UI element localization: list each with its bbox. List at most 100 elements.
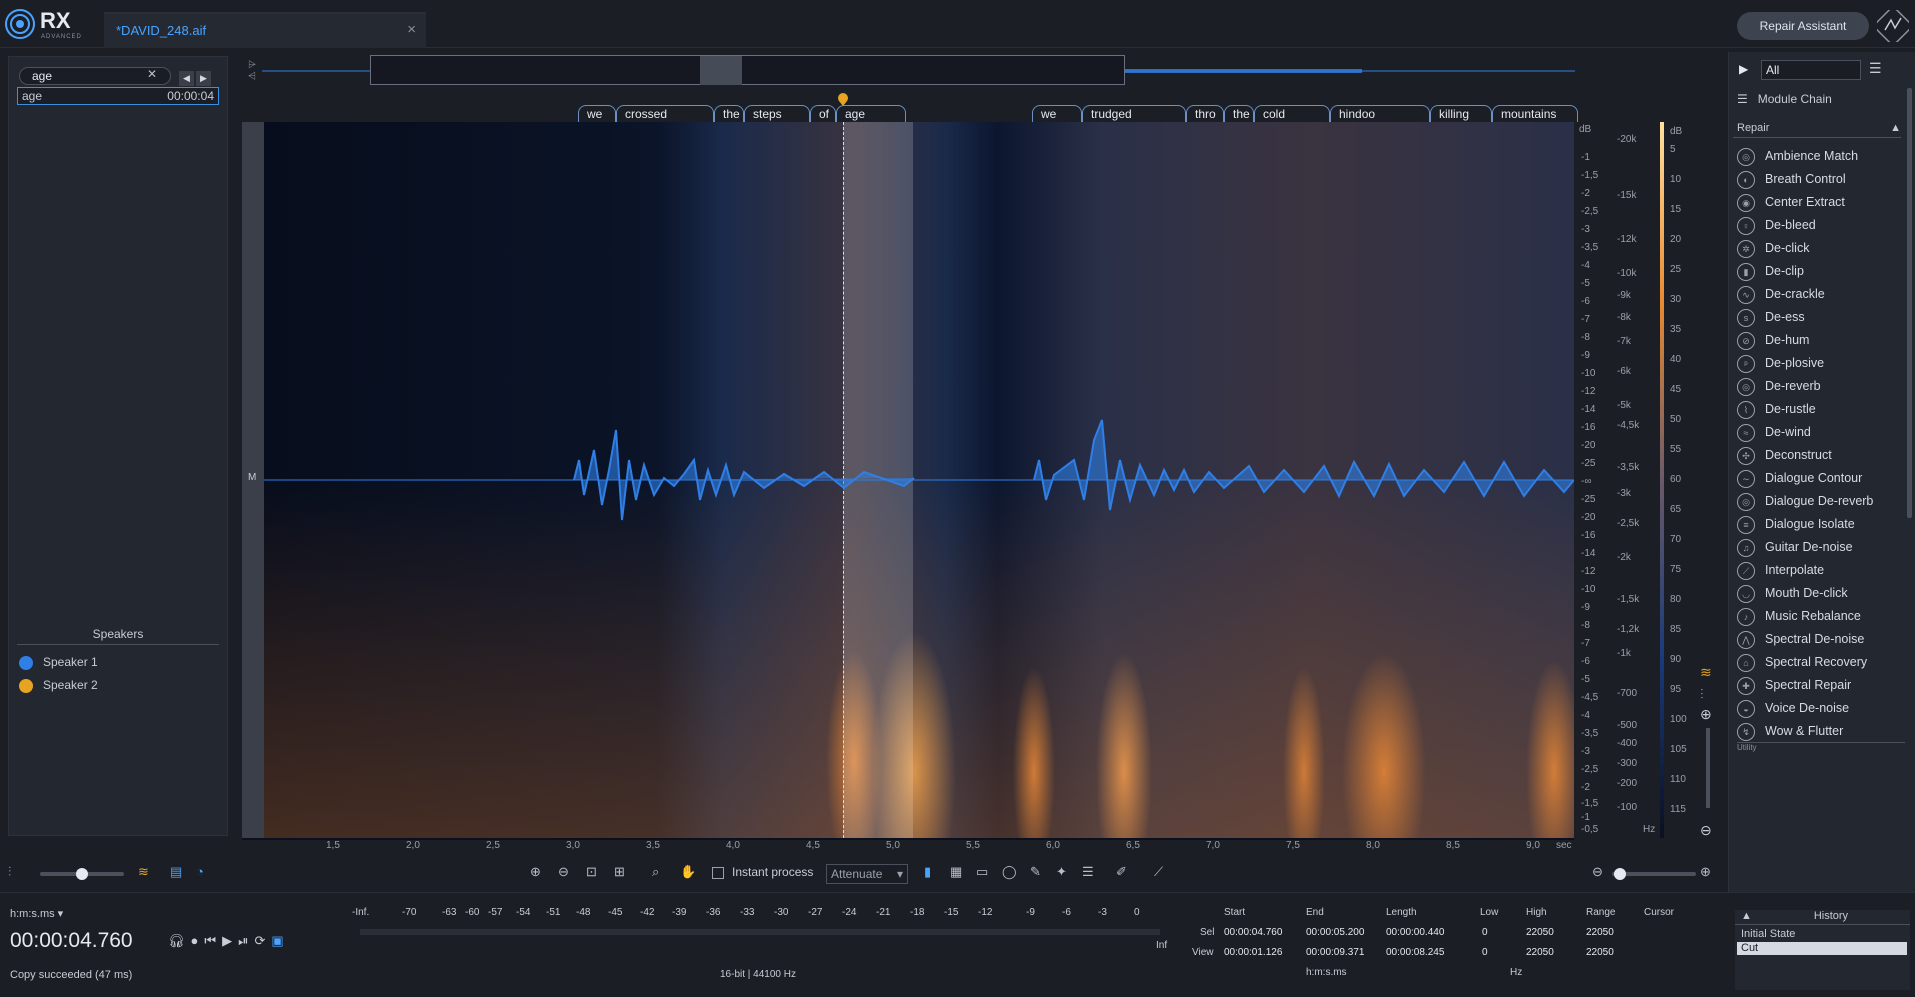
history-item-selected[interactable]: Cut — [1737, 942, 1907, 955]
module-de-bleed[interactable]: ♀ De-bleed — [1737, 215, 1907, 235]
blend-slider-handle[interactable] — [76, 868, 88, 880]
record-icon[interactable]: ● — [191, 933, 205, 948]
module-music-rebalance[interactable]: ♪ Music Rebalance — [1737, 606, 1907, 626]
module-spectral-de-noise[interactable]: ⋀ Spectral De-noise — [1737, 629, 1907, 649]
pencil-tool-icon[interactable]: ✐ — [1116, 864, 1127, 880]
next-result-button[interactable]: ▶ — [196, 71, 211, 86]
word-label[interactable]: cold — [1254, 105, 1330, 122]
vertical-zoom-out-icon[interactable]: ⊖ — [1700, 822, 1712, 839]
view-length[interactable]: 00:00:08.245 — [1386, 947, 1444, 958]
view-low[interactable]: 0 — [1482, 947, 1488, 958]
collapse-history-icon[interactable]: ▲ — [1741, 910, 1752, 922]
collapse-overview-icon[interactable]: ⩥ ⩤ — [248, 60, 262, 82]
module-de-reverb[interactable]: ◎ De-reverb — [1737, 376, 1907, 396]
word-label[interactable]: we — [578, 105, 616, 122]
view-start[interactable]: 00:00:01.126 — [1224, 947, 1282, 958]
waveform-view-icon[interactable]: ⫶ — [8, 864, 11, 880]
module-dialogue-contour[interactable]: ∼ Dialogue Contour — [1737, 468, 1907, 488]
speaker-2[interactable]: Speaker 2 — [19, 678, 98, 693]
frequency-selection-tool-icon[interactable]: ▦ — [950, 864, 962, 880]
utility-section-header[interactable]: Utility — [1737, 742, 1905, 752]
word-label[interactable]: mountains — [1492, 105, 1578, 122]
word-label[interactable]: steps — [744, 105, 810, 122]
module-wow-and-flutter[interactable]: ↯ Wow & Flutter — [1737, 721, 1907, 741]
overview-window[interactable] — [370, 55, 1125, 85]
module-de-plosive[interactable]: ᵖ De-plosive — [1737, 353, 1907, 373]
view-range[interactable]: 22050 — [1586, 947, 1614, 958]
time-format-select[interactable]: h:m:s.ms ▾ — [10, 907, 63, 920]
module-de-wind[interactable]: ≈ De-wind — [1737, 422, 1907, 442]
module-ambience-match[interactable]: ◎ Ambience Match — [1737, 146, 1907, 166]
magic-wand-icon[interactable]: ✦ — [1056, 864, 1067, 880]
magnify-icon[interactable]: ⌕ — [652, 864, 659, 880]
sel-high[interactable]: 22050 — [1526, 927, 1554, 938]
word-label[interactable]: the — [1224, 105, 1254, 122]
sel-low[interactable]: 0 — [1482, 927, 1488, 938]
module-dialogue-de-reverb[interactable]: ◎ Dialogue De-reverb — [1737, 491, 1907, 511]
brush-tool-icon[interactable]: ✎ — [1030, 864, 1041, 880]
gain-envelope-icon[interactable]: ⟋ — [1154, 864, 1163, 880]
word-label[interactable]: the — [714, 105, 744, 122]
sel-start[interactable]: 00:00:04.760 — [1224, 927, 1282, 938]
attenuate-select[interactable]: Attenuate ▾ — [826, 864, 908, 884]
instant-process-checkbox[interactable] — [712, 867, 724, 879]
word-label[interactable]: hindoo — [1330, 105, 1430, 122]
transcript-view-icon[interactable]: ▤ — [170, 864, 182, 880]
horizontal-zoom-out-icon[interactable]: ⊖ — [1592, 864, 1603, 880]
module-mouth-de-click[interactable]: ◡ Mouth De-click — [1737, 583, 1907, 603]
file-tab[interactable]: *DAVID_248.aif × — [104, 12, 426, 48]
spectrogram-view-icon[interactable]: ≋ — [138, 864, 149, 880]
module-voice-de-noise[interactable]: ◒ Voice De-noise — [1737, 698, 1907, 718]
module-de-hum[interactable]: ⊘ De-hum — [1737, 330, 1907, 350]
module-list-menu-icon[interactable]: ☰ — [1869, 60, 1882, 77]
module-spectral-recovery[interactable]: ⌂ Spectral Recovery — [1737, 652, 1907, 672]
harmonic-selection-icon[interactable]: ☰ — [1082, 864, 1094, 880]
sel-length[interactable]: 00:00:00.440 — [1386, 927, 1444, 938]
module-list-scrollbar[interactable] — [1907, 88, 1912, 518]
repair-assistant-button[interactable]: Repair Assistant — [1737, 12, 1869, 40]
follow-playhead-icon[interactable]: ▣ — [271, 933, 289, 948]
hand-icon[interactable]: ✋ — [680, 864, 696, 880]
zoom-selection-icon[interactable]: ⊡ — [586, 864, 597, 880]
zoom-fit-icon[interactable]: ⊞ — [614, 864, 625, 880]
history-item[interactable]: Initial State — [1741, 928, 1795, 940]
lasso-tool-icon[interactable]: ◯ — [1002, 864, 1017, 880]
sel-end[interactable]: 00:00:05.200 — [1306, 927, 1364, 938]
vertical-zoom-in-icon[interactable]: ⊕ — [1700, 706, 1712, 723]
module-spectral-repair[interactable]: ✚ Spectral Repair — [1737, 675, 1907, 695]
headphones-icon[interactable]: 🎧︎ — [168, 933, 191, 948]
word-label[interactable]: of — [810, 105, 836, 122]
spectrogram-color-icon[interactable]: ≋ — [1700, 664, 1712, 681]
word-label[interactable]: killing — [1430, 105, 1492, 122]
module-breath-control[interactable]: ◐ Breath Control — [1737, 169, 1907, 189]
module-dialogue-isolate[interactable]: ≡ Dialogue Isolate — [1737, 514, 1907, 534]
zoom-out-icon[interactable]: ⊖ — [558, 864, 569, 880]
word-label[interactable]: we — [1032, 105, 1082, 122]
play-selection-icon[interactable]: ⏯︎ — [238, 933, 254, 948]
horizontal-zoom-handle[interactable] — [1614, 868, 1626, 880]
speaker-1[interactable]: Speaker 1 — [19, 655, 98, 670]
module-de-click[interactable]: ✲ De-click — [1737, 238, 1907, 258]
search-result-item[interactable]: age 00:00:04 — [17, 87, 219, 105]
speaker-view-icon[interactable]: ◔ — [196, 864, 204, 879]
module-guitar-de-noise[interactable]: ♫ Guitar De-noise — [1737, 537, 1907, 557]
close-tab-icon[interactable]: × — [407, 21, 416, 38]
zoom-in-icon[interactable]: ⊕ — [530, 864, 541, 880]
word-label[interactable]: trudged — [1082, 105, 1186, 122]
sel-range[interactable]: 22050 — [1586, 927, 1614, 938]
rectangle-selection-tool-icon[interactable]: ▭ — [976, 864, 988, 880]
waveform-color-icon[interactable]: ⫶ — [1700, 686, 1704, 703]
vertical-zoom-slider[interactable] — [1706, 728, 1710, 808]
playhead-marker-icon[interactable] — [836, 92, 850, 106]
prev-result-button[interactable]: ◀ — [179, 71, 194, 86]
module-de-clip[interactable]: ▮ De-clip — [1737, 261, 1907, 281]
word-label[interactable]: age — [836, 105, 906, 122]
overview-selection[interactable] — [700, 56, 742, 85]
loop-icon[interactable]: ⟳ — [254, 933, 271, 948]
module-de-rustle[interactable]: ⌇ De-rustle — [1737, 399, 1907, 419]
module-deconstruct[interactable]: ✣ Deconstruct — [1737, 445, 1907, 465]
module-de-ess[interactable]: s De-ess — [1737, 307, 1907, 327]
module-filter-select[interactable]: All — [1761, 60, 1861, 80]
view-high[interactable]: 22050 — [1526, 947, 1554, 958]
module-de-crackle[interactable]: ∿ De-crackle — [1737, 284, 1907, 304]
